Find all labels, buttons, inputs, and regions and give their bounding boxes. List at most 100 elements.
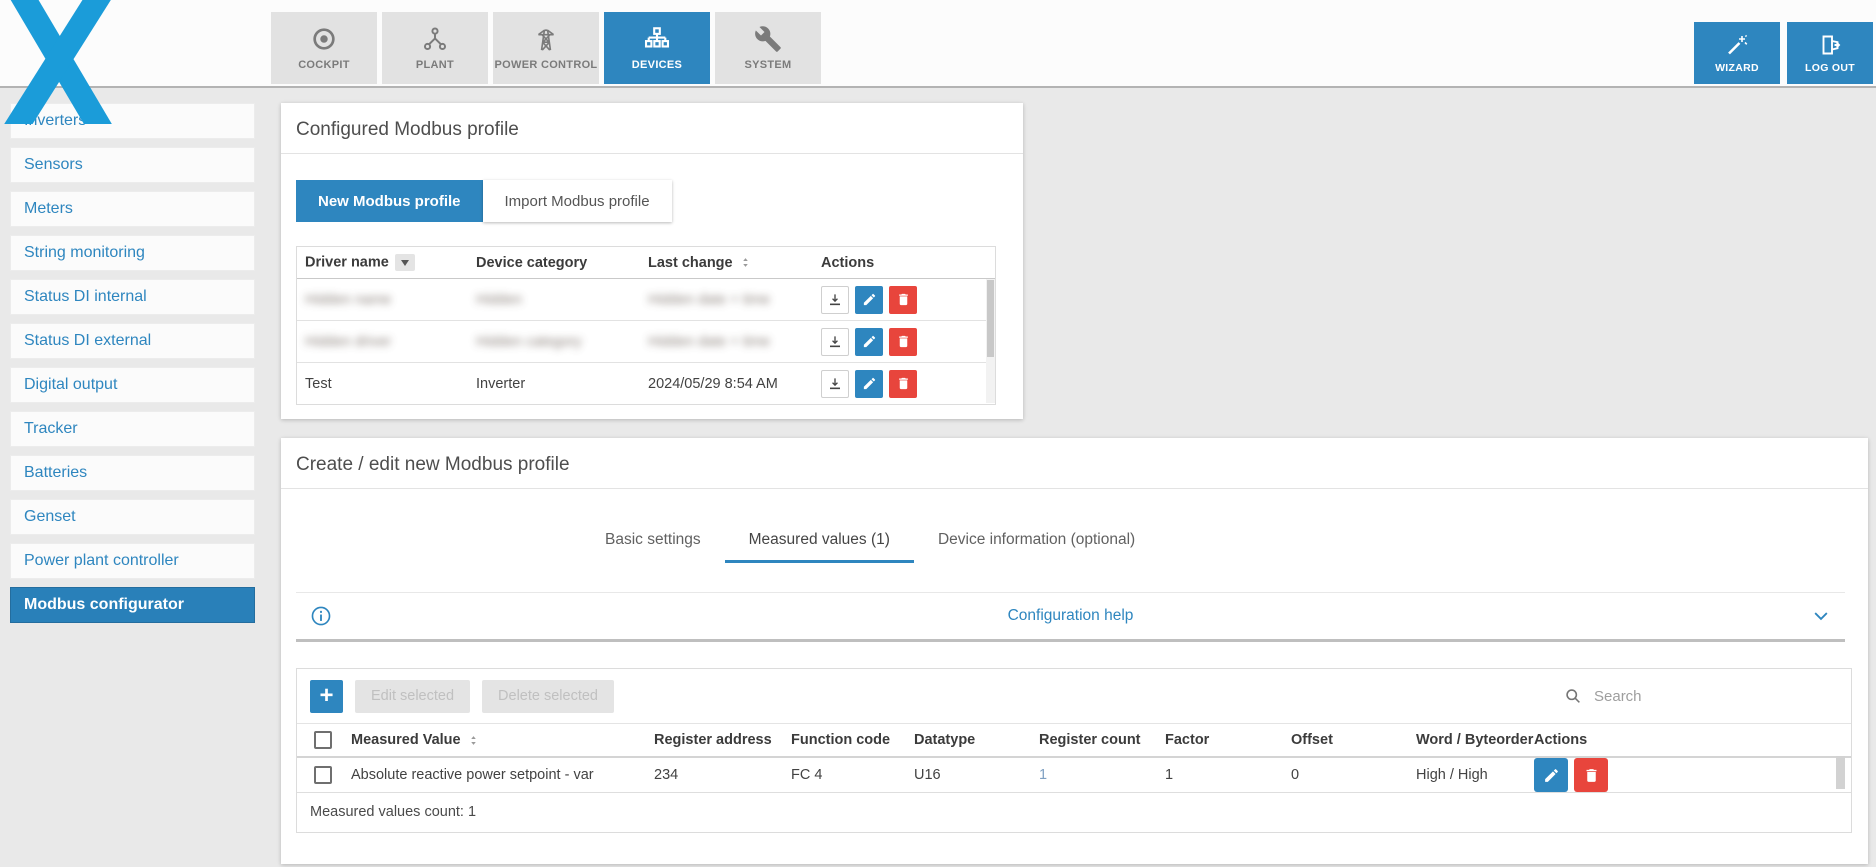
- chevron-down-icon[interactable]: [1811, 606, 1831, 626]
- logout-button[interactable]: LOG OUT: [1787, 22, 1873, 84]
- sidebar-item-status-di-internal[interactable]: Status DI internal: [10, 279, 255, 315]
- register-count: 1: [1039, 767, 1047, 783]
- sort-both-icon[interactable]: [467, 734, 480, 747]
- nav-cockpit[interactable]: COCKPIT: [271, 12, 377, 84]
- col-device-category[interactable]: Device category: [468, 247, 640, 279]
- delete-button[interactable]: [889, 328, 917, 356]
- col-label: Actions: [1534, 732, 1587, 748]
- search-box: [1564, 669, 1706, 723]
- sidebar-item-label: Status DI external: [24, 332, 151, 350]
- select-all-checkbox[interactable]: [314, 731, 332, 749]
- col-label: Last change: [648, 255, 733, 271]
- sidebar-item-string-monitoring[interactable]: String monitoring: [10, 235, 255, 271]
- sidebar-item-modbus-configurator[interactable]: Modbus configurator: [10, 587, 255, 623]
- new-modbus-profile-button[interactable]: New Modbus profile: [296, 180, 483, 222]
- sidebar: Inverters Sensors Meters String monitori…: [10, 103, 255, 631]
- add-measured-value-button[interactable]: +: [310, 680, 343, 713]
- factor: 1: [1165, 767, 1173, 783]
- sidebar-item-label: String monitoring: [24, 244, 145, 262]
- nav-label: POWER CONTROL: [495, 59, 598, 71]
- measured-value: Absolute reactive power setpoint - var: [351, 767, 594, 783]
- sidebar-item-genset[interactable]: Genset: [10, 499, 255, 535]
- import-modbus-profile-button[interactable]: Import Modbus profile: [483, 180, 672, 222]
- nav-power-control[interactable]: POWER CONTROL: [493, 12, 599, 84]
- sidebar-item-sensors[interactable]: Sensors: [10, 147, 255, 183]
- logout-door-icon: [1818, 33, 1842, 57]
- delete-button[interactable]: [889, 370, 917, 398]
- col-register-count[interactable]: Register count: [1039, 724, 1165, 758]
- editor-tabs: Basic settings Measured values (1) Devic…: [581, 517, 1868, 563]
- edit-selected-button[interactable]: Edit selected: [355, 680, 470, 713]
- download-button[interactable]: [821, 286, 849, 314]
- edit-button[interactable]: [855, 286, 883, 314]
- driver-name: Test: [305, 376, 332, 392]
- cockpit-target-icon: [310, 25, 338, 53]
- sidebar-item-label: Batteries: [24, 464, 87, 482]
- sort-desc-icon[interactable]: [395, 254, 415, 271]
- function-code: FC 4: [791, 767, 822, 783]
- configured-profiles-card: Configured Modbus profile New Modbus pro…: [281, 103, 1023, 419]
- nav-label: PLANT: [416, 59, 454, 71]
- table-scrollbar[interactable]: [986, 279, 995, 403]
- col-label: Register count: [1039, 732, 1141, 748]
- download-button[interactable]: [821, 328, 849, 356]
- row-checkbox[interactable]: [314, 766, 332, 784]
- device-category-redacted: Hidden category: [476, 334, 582, 350]
- search-icon[interactable]: [1564, 687, 1582, 705]
- edit-button[interactable]: [855, 370, 883, 398]
- wizard-button[interactable]: WIZARD: [1694, 22, 1780, 84]
- nav-devices[interactable]: DEVICES: [604, 12, 710, 84]
- top-bar: COCKPIT PLANT POWER CONTROL DEVICES SYST…: [0, 0, 1876, 88]
- magic-wand-icon: [1725, 33, 1749, 57]
- profiles-table: Driver name Device category Last change …: [296, 246, 996, 405]
- divider: [281, 488, 1868, 489]
- col-function-code[interactable]: Function code: [791, 724, 914, 758]
- last-change-redacted: Hidden date + time: [648, 334, 770, 350]
- sidebar-item-power-plant-controller[interactable]: Power plant controller: [10, 543, 255, 579]
- col-offset[interactable]: Offset: [1291, 724, 1416, 758]
- table-scrollbar[interactable]: [1836, 756, 1845, 789]
- sidebar-item-meters[interactable]: Meters: [10, 191, 255, 227]
- tab-device-information[interactable]: Device information (optional): [914, 517, 1159, 563]
- sidebar-item-status-di-external[interactable]: Status DI external: [10, 323, 255, 359]
- download-button[interactable]: [821, 370, 849, 398]
- nav-plant[interactable]: PLANT: [382, 12, 488, 84]
- search-input[interactable]: [1592, 687, 1706, 706]
- delete-button[interactable]: [1574, 758, 1608, 792]
- col-last-change[interactable]: Last change: [640, 247, 813, 279]
- col-measured-value[interactable]: Measured Value: [351, 724, 654, 758]
- nav-label: COCKPIT: [298, 59, 350, 71]
- sidebar-item-batteries[interactable]: Batteries: [10, 455, 255, 491]
- measured-values-table: + Edit selected Delete selected Me: [296, 668, 1852, 833]
- col-word-byteorder[interactable]: Word / Byteorder: [1416, 724, 1534, 758]
- delete-button[interactable]: [889, 286, 917, 314]
- measured-values-toolbar: + Edit selected Delete selected: [297, 669, 1851, 723]
- sort-both-icon[interactable]: [739, 256, 752, 269]
- sidebar-item-label: Modbus configurator: [24, 596, 184, 614]
- col-datatype[interactable]: Datatype: [914, 724, 1039, 758]
- sidebar-item-label: Meters: [24, 200, 73, 218]
- nav-label: DEVICES: [632, 59, 682, 71]
- nav-system[interactable]: SYSTEM: [715, 12, 821, 84]
- edit-button[interactable]: [1534, 758, 1568, 792]
- col-actions: Actions: [1534, 724, 1851, 758]
- sidebar-item-digital-output[interactable]: Digital output: [10, 367, 255, 403]
- profile-buttons: New Modbus profile Import Modbus profile: [296, 180, 1023, 222]
- sidebar-item-tracker[interactable]: Tracker: [10, 411, 255, 447]
- tab-measured-values[interactable]: Measured values (1): [725, 517, 914, 563]
- col-driver-name[interactable]: Driver name: [297, 247, 468, 279]
- system-wrench-icon: [754, 25, 782, 53]
- edit-button[interactable]: [855, 328, 883, 356]
- measured-values-count: Measured values count: 1: [297, 792, 1851, 832]
- modbus-profile-editor-card: Create / edit new Modbus profile Basic s…: [281, 438, 1868, 864]
- configuration-help-link[interactable]: Configuration help: [296, 607, 1845, 625]
- col-factor[interactable]: Factor: [1165, 724, 1291, 758]
- tab-basic-settings[interactable]: Basic settings: [581, 517, 725, 563]
- last-change: 2024/05/29 8:54 AM: [648, 376, 778, 392]
- sidebar-item-label: Tracker: [24, 420, 78, 438]
- col-register-address[interactable]: Register address: [654, 724, 791, 758]
- delete-selected-button[interactable]: Delete selected: [482, 680, 614, 713]
- sidebar-item-inverters[interactable]: Inverters: [10, 103, 255, 139]
- devices-hierarchy-icon: [643, 25, 671, 53]
- sidebar-item-label: Sensors: [24, 156, 83, 174]
